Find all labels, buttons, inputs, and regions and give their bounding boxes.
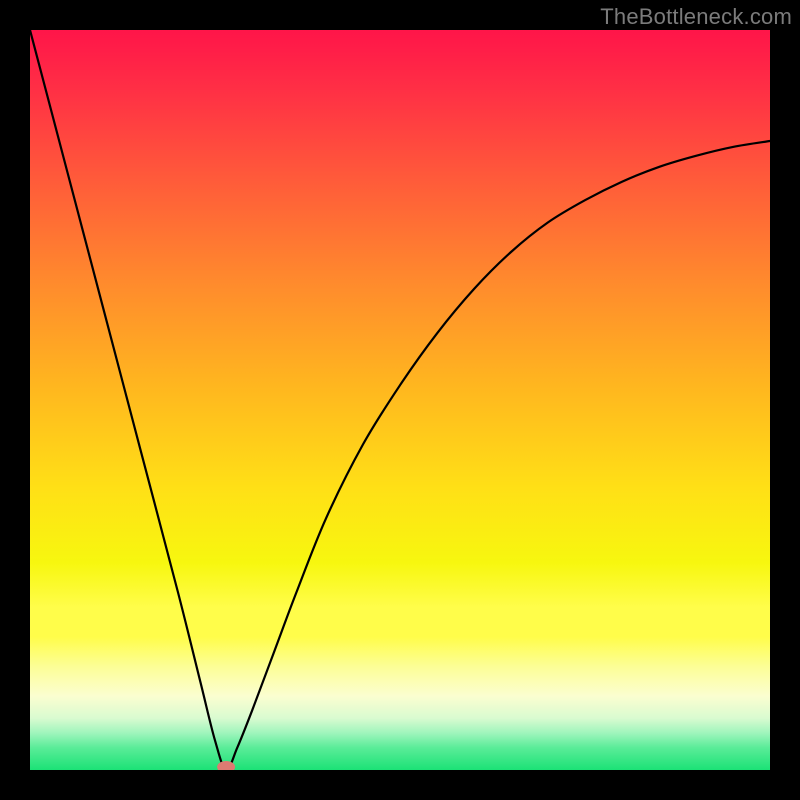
- min-marker: [217, 761, 235, 770]
- bottleneck-curve-path: [30, 30, 770, 770]
- plot-area: [30, 30, 770, 770]
- chart-frame: TheBottleneck.com: [0, 0, 800, 800]
- curve-svg: [30, 30, 770, 770]
- watermark-text: TheBottleneck.com: [600, 4, 792, 30]
